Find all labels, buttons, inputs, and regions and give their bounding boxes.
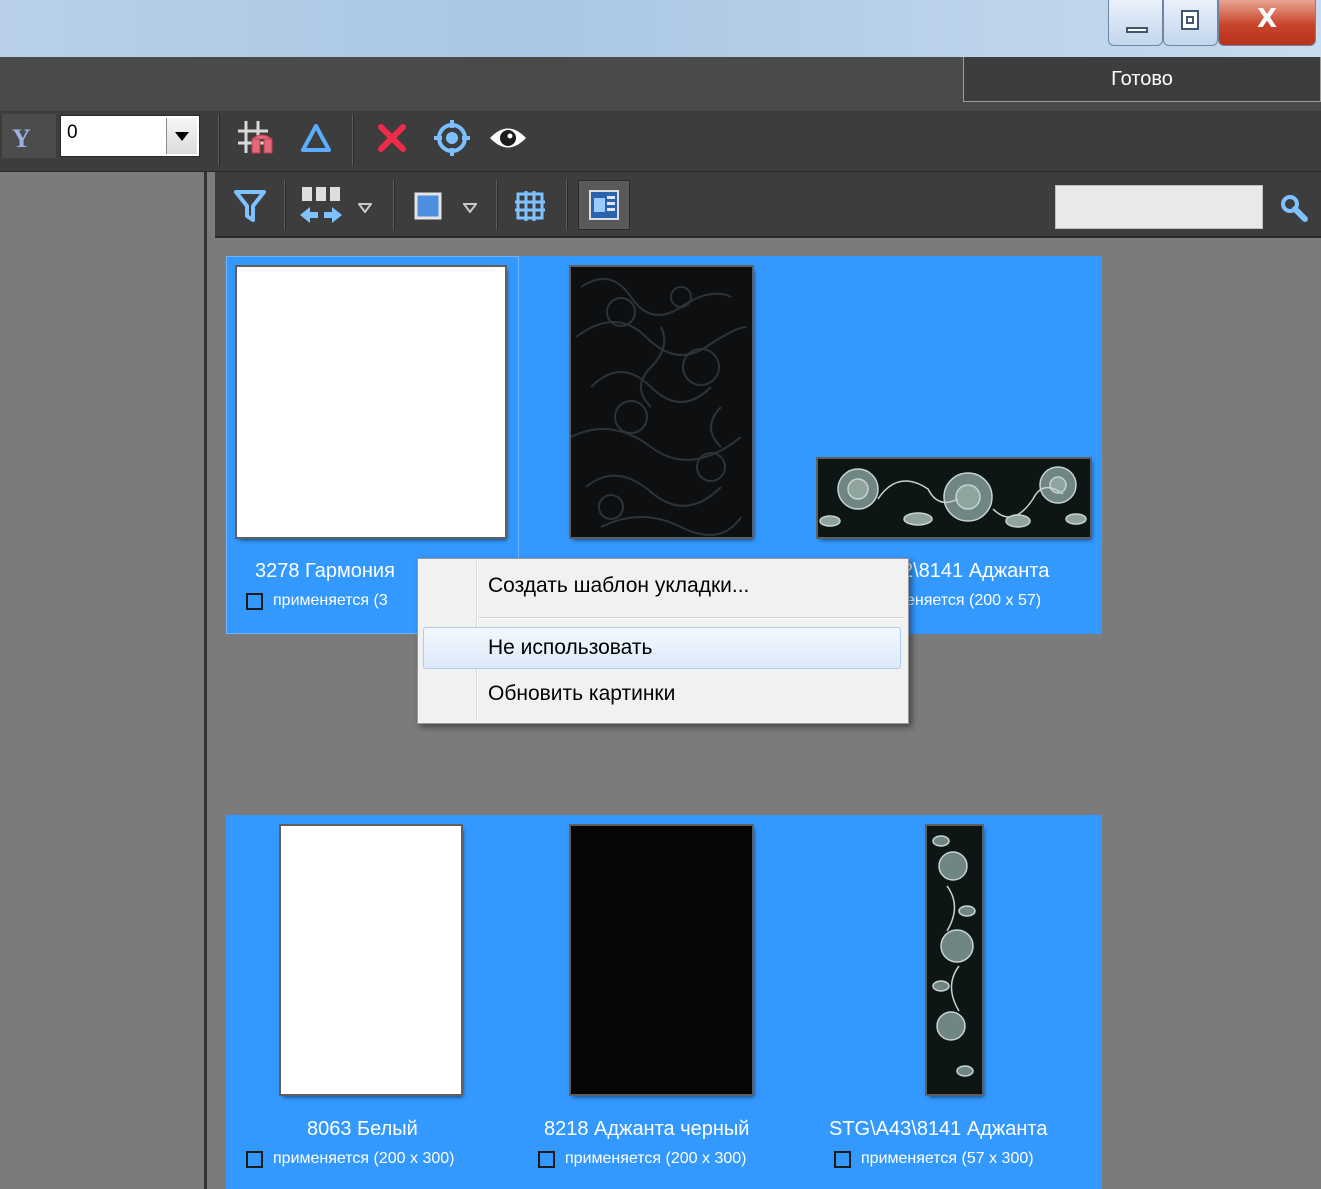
arrange-icon[interactable] [296, 184, 346, 228]
apply-checkbox[interactable] [246, 592, 263, 610]
search-input[interactable] [1055, 185, 1263, 229]
done-button[interactable]: Готово [963, 57, 1321, 102]
tile-status: еняется (200 x 57) [906, 592, 1042, 609]
tile-thumbnail-floral-strip[interactable] [818, 459, 1090, 537]
tile-thumbnail-black-floral[interactable] [571, 267, 752, 537]
tile-name: STG\A43\8141 Аджанта [829, 1118, 1048, 1140]
tile-status[interactable]: применяется (200 x 300) [538, 1150, 746, 1168]
tile-name: 3278 Гармония [255, 560, 395, 582]
tile-status[interactable]: применяется (57 x 300) [834, 1150, 1034, 1168]
toolbar-divider [284, 180, 286, 230]
dropdown-arrow-icon[interactable] [355, 198, 375, 218]
toolbar-divider [496, 180, 498, 230]
tile-name: 8218 Аджанта черный [544, 1118, 750, 1140]
minimize-button[interactable] [1108, 0, 1163, 46]
toolbar-divider [218, 114, 220, 166]
menu-item-refresh-images[interactable]: Обновить картинки [488, 682, 675, 706]
square-view-icon[interactable] [408, 186, 448, 226]
filter-icon[interactable] [230, 186, 270, 226]
axis-label: Y [12, 124, 31, 153]
tile-thumbnail-white[interactable] [281, 826, 461, 1094]
toolbar-divider [352, 114, 354, 166]
delete-x-icon[interactable] [370, 118, 414, 158]
chevron-down-icon[interactable] [166, 118, 197, 154]
panel-icon[interactable] [578, 180, 630, 230]
apply-checkbox[interactable] [834, 1150, 851, 1168]
axis-value-select[interactable]: 0 [60, 115, 200, 157]
apply-checkbox[interactable] [246, 1150, 263, 1168]
close-button[interactable]: X [1218, 0, 1316, 46]
tile-status[interactable]: применяется (3 [246, 592, 388, 610]
axis-value: 0 [67, 122, 78, 143]
apply-checkbox[interactable] [538, 1150, 555, 1168]
toolbar-divider [393, 180, 395, 230]
snap-grid-icon[interactable] [234, 118, 278, 158]
magnifier-icon[interactable] [1276, 190, 1312, 226]
tile-thumbnail-floral-vertical[interactable] [927, 826, 982, 1094]
menu-separator [478, 617, 904, 619]
tile-name: 8063 Белый [307, 1118, 418, 1140]
close-icon: X [1257, 4, 1278, 34]
tile-thumbnail-black[interactable] [571, 826, 752, 1094]
restore-icon [1181, 10, 1199, 30]
grid-icon[interactable] [510, 186, 550, 226]
triangle-icon[interactable] [296, 118, 336, 158]
menu-item-create-template[interactable]: Создать шаблон укладки... [488, 574, 749, 598]
minimize-icon [1126, 27, 1148, 33]
tile-thumbnail-white[interactable] [237, 267, 505, 537]
target-icon[interactable] [430, 116, 474, 160]
dropdown-arrow-icon[interactable] [460, 198, 480, 218]
tile-status[interactable]: применяется (200 x 300) [246, 1150, 454, 1168]
restore-button[interactable] [1163, 0, 1218, 46]
context-menu: Создать шаблон укладки... Не использоват… [417, 558, 909, 724]
eye-icon[interactable] [486, 118, 530, 158]
menu-item-do-not-use[interactable]: Не использовать [488, 636, 652, 660]
left-panel [0, 172, 207, 1189]
toolbar-divider [566, 180, 568, 230]
tile-name: 2\8141 Аджанта [902, 560, 1050, 582]
